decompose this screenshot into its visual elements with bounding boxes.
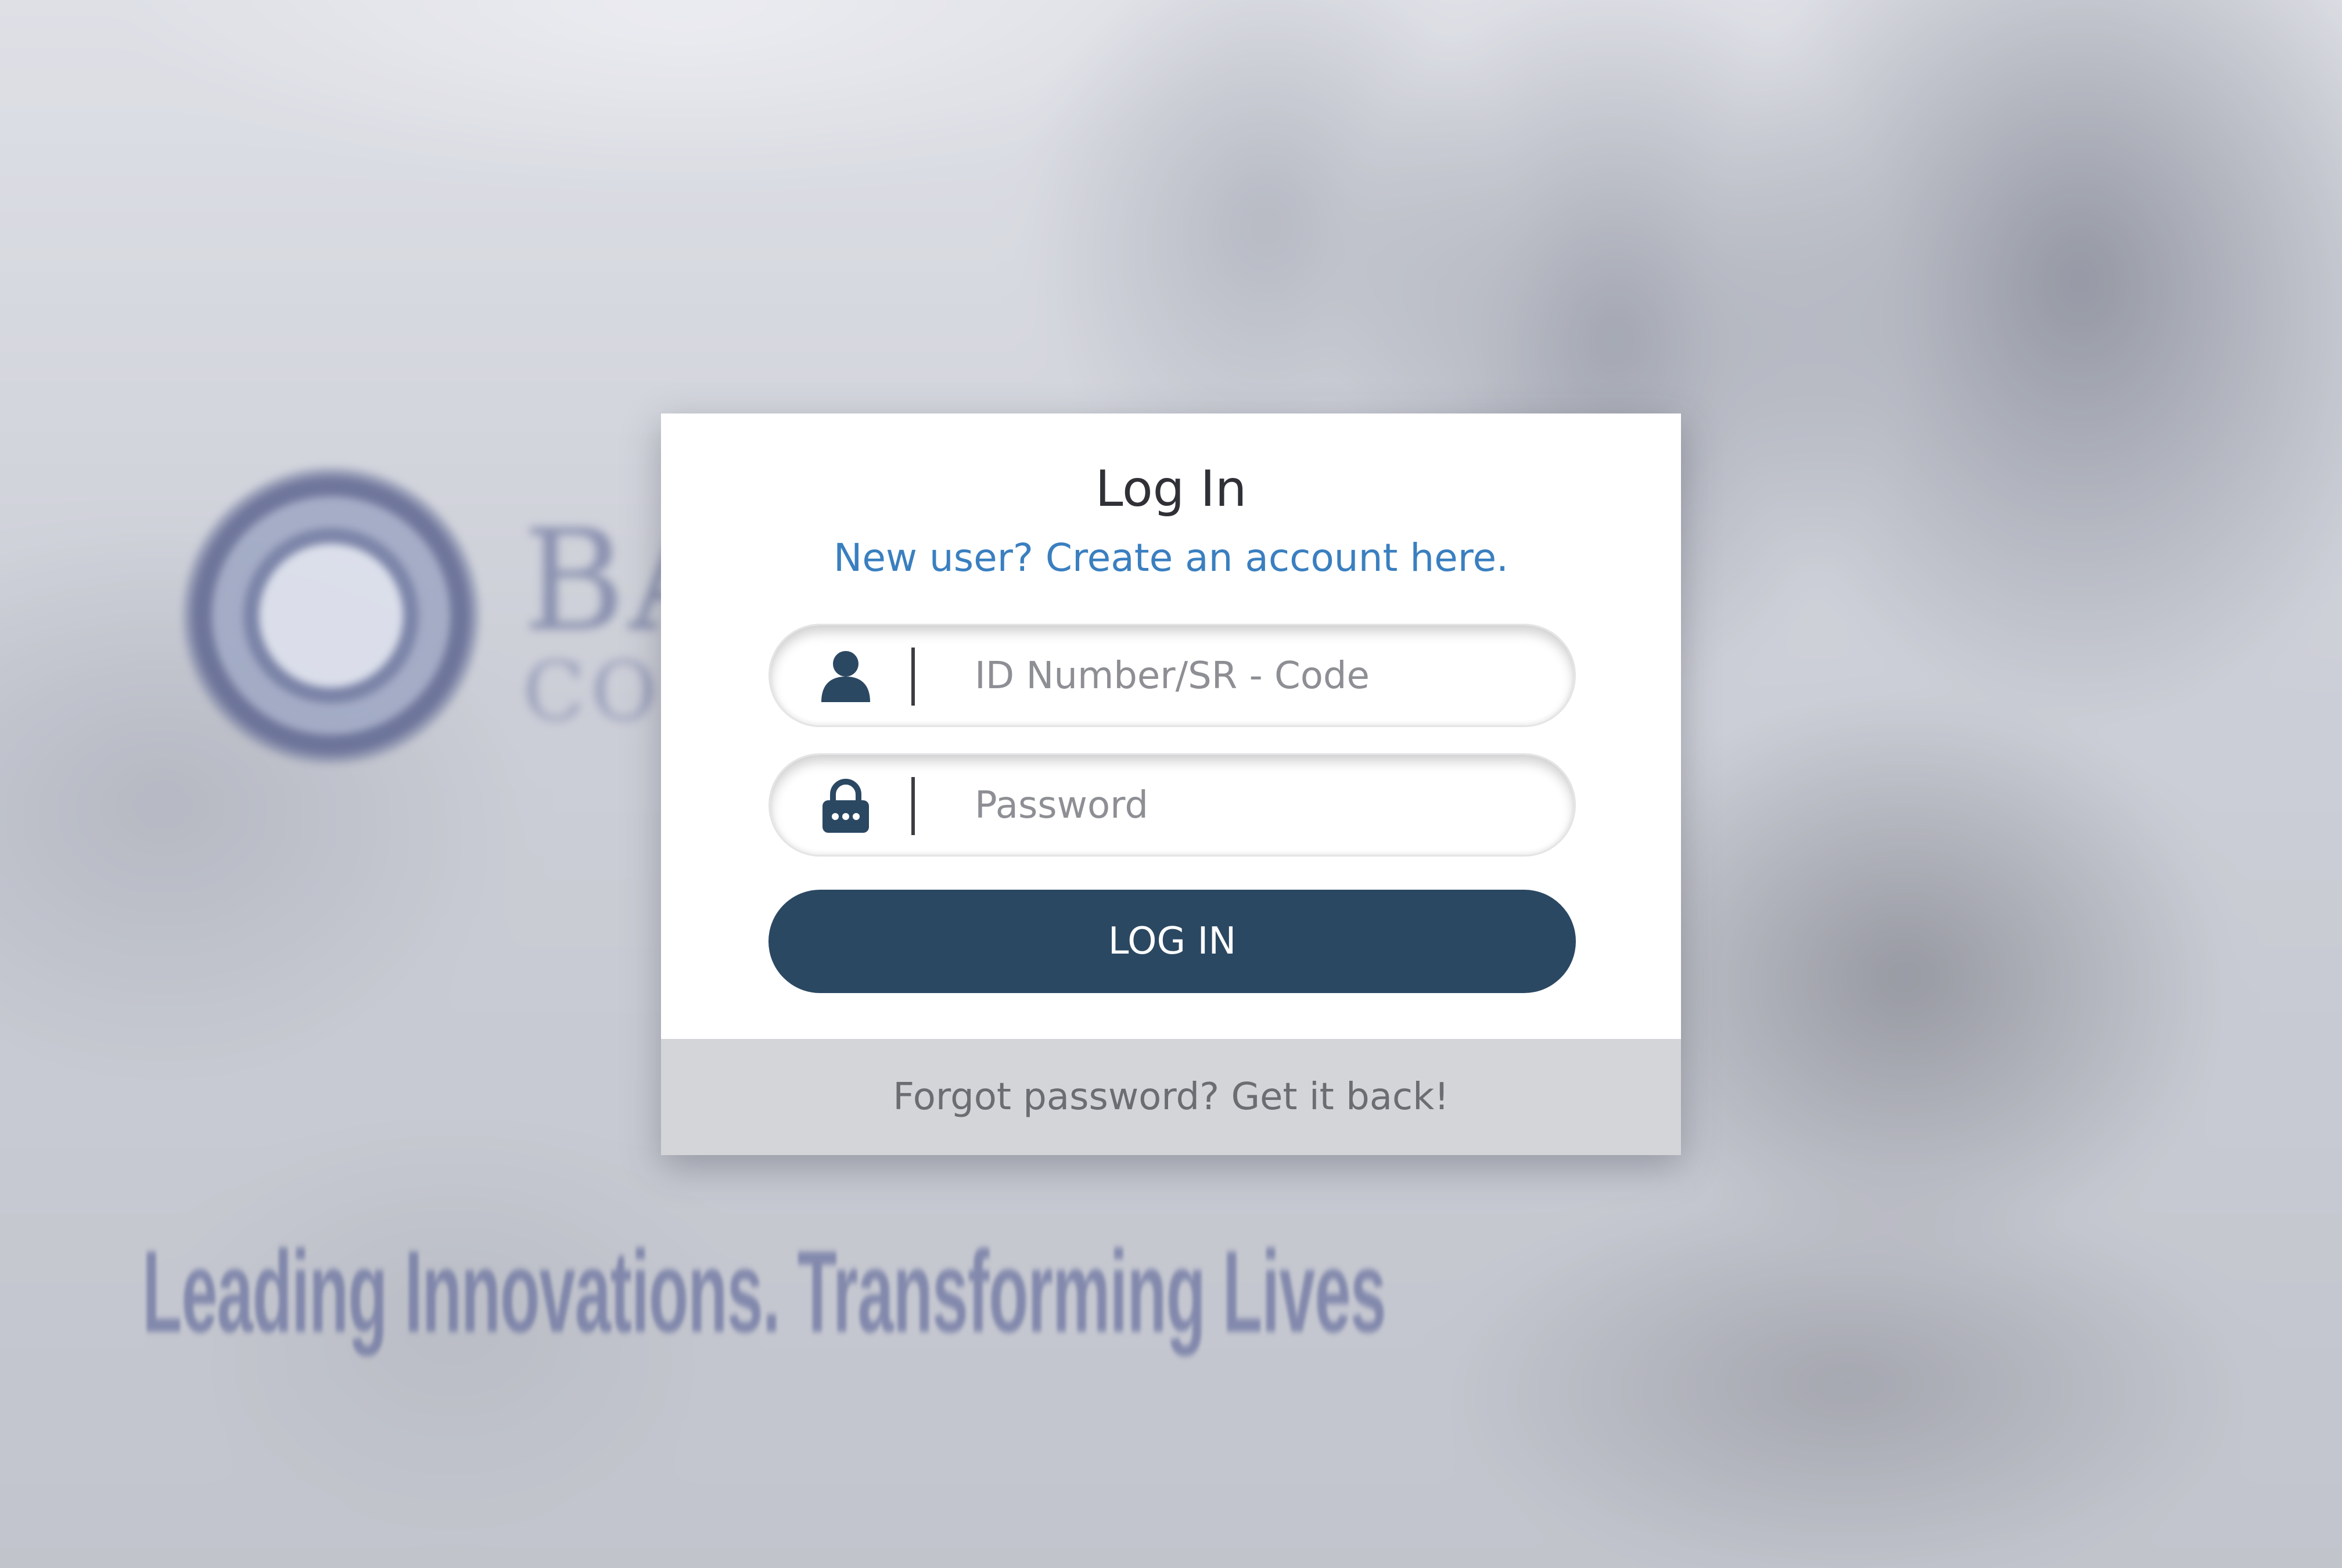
field-separator xyxy=(911,648,915,706)
password-input[interactable] xyxy=(974,755,1533,856)
card-footer: Forgot password? Get it back! xyxy=(661,1039,1681,1155)
forgot-password-link[interactable]: Forgot password? Get it back! xyxy=(893,1076,1449,1119)
password-field xyxy=(768,753,1576,857)
tagline: Leading Innovations. Transforming Lives xyxy=(142,1227,1386,1357)
user-icon xyxy=(817,646,875,704)
institution-subtitle: CO xyxy=(523,645,663,739)
id-number-input[interactable] xyxy=(974,625,1533,727)
login-title: Log In xyxy=(1095,460,1247,518)
login-card: Log In New user? Create an account here.… xyxy=(661,413,1681,1155)
create-account-link[interactable]: New user? Create an account here. xyxy=(661,535,1681,580)
id-number-field xyxy=(768,624,1576,727)
login-button[interactable]: LOG IN xyxy=(768,890,1576,993)
lock-icon xyxy=(817,776,875,834)
field-separator xyxy=(911,777,915,835)
institution-seal-logo xyxy=(192,476,470,755)
